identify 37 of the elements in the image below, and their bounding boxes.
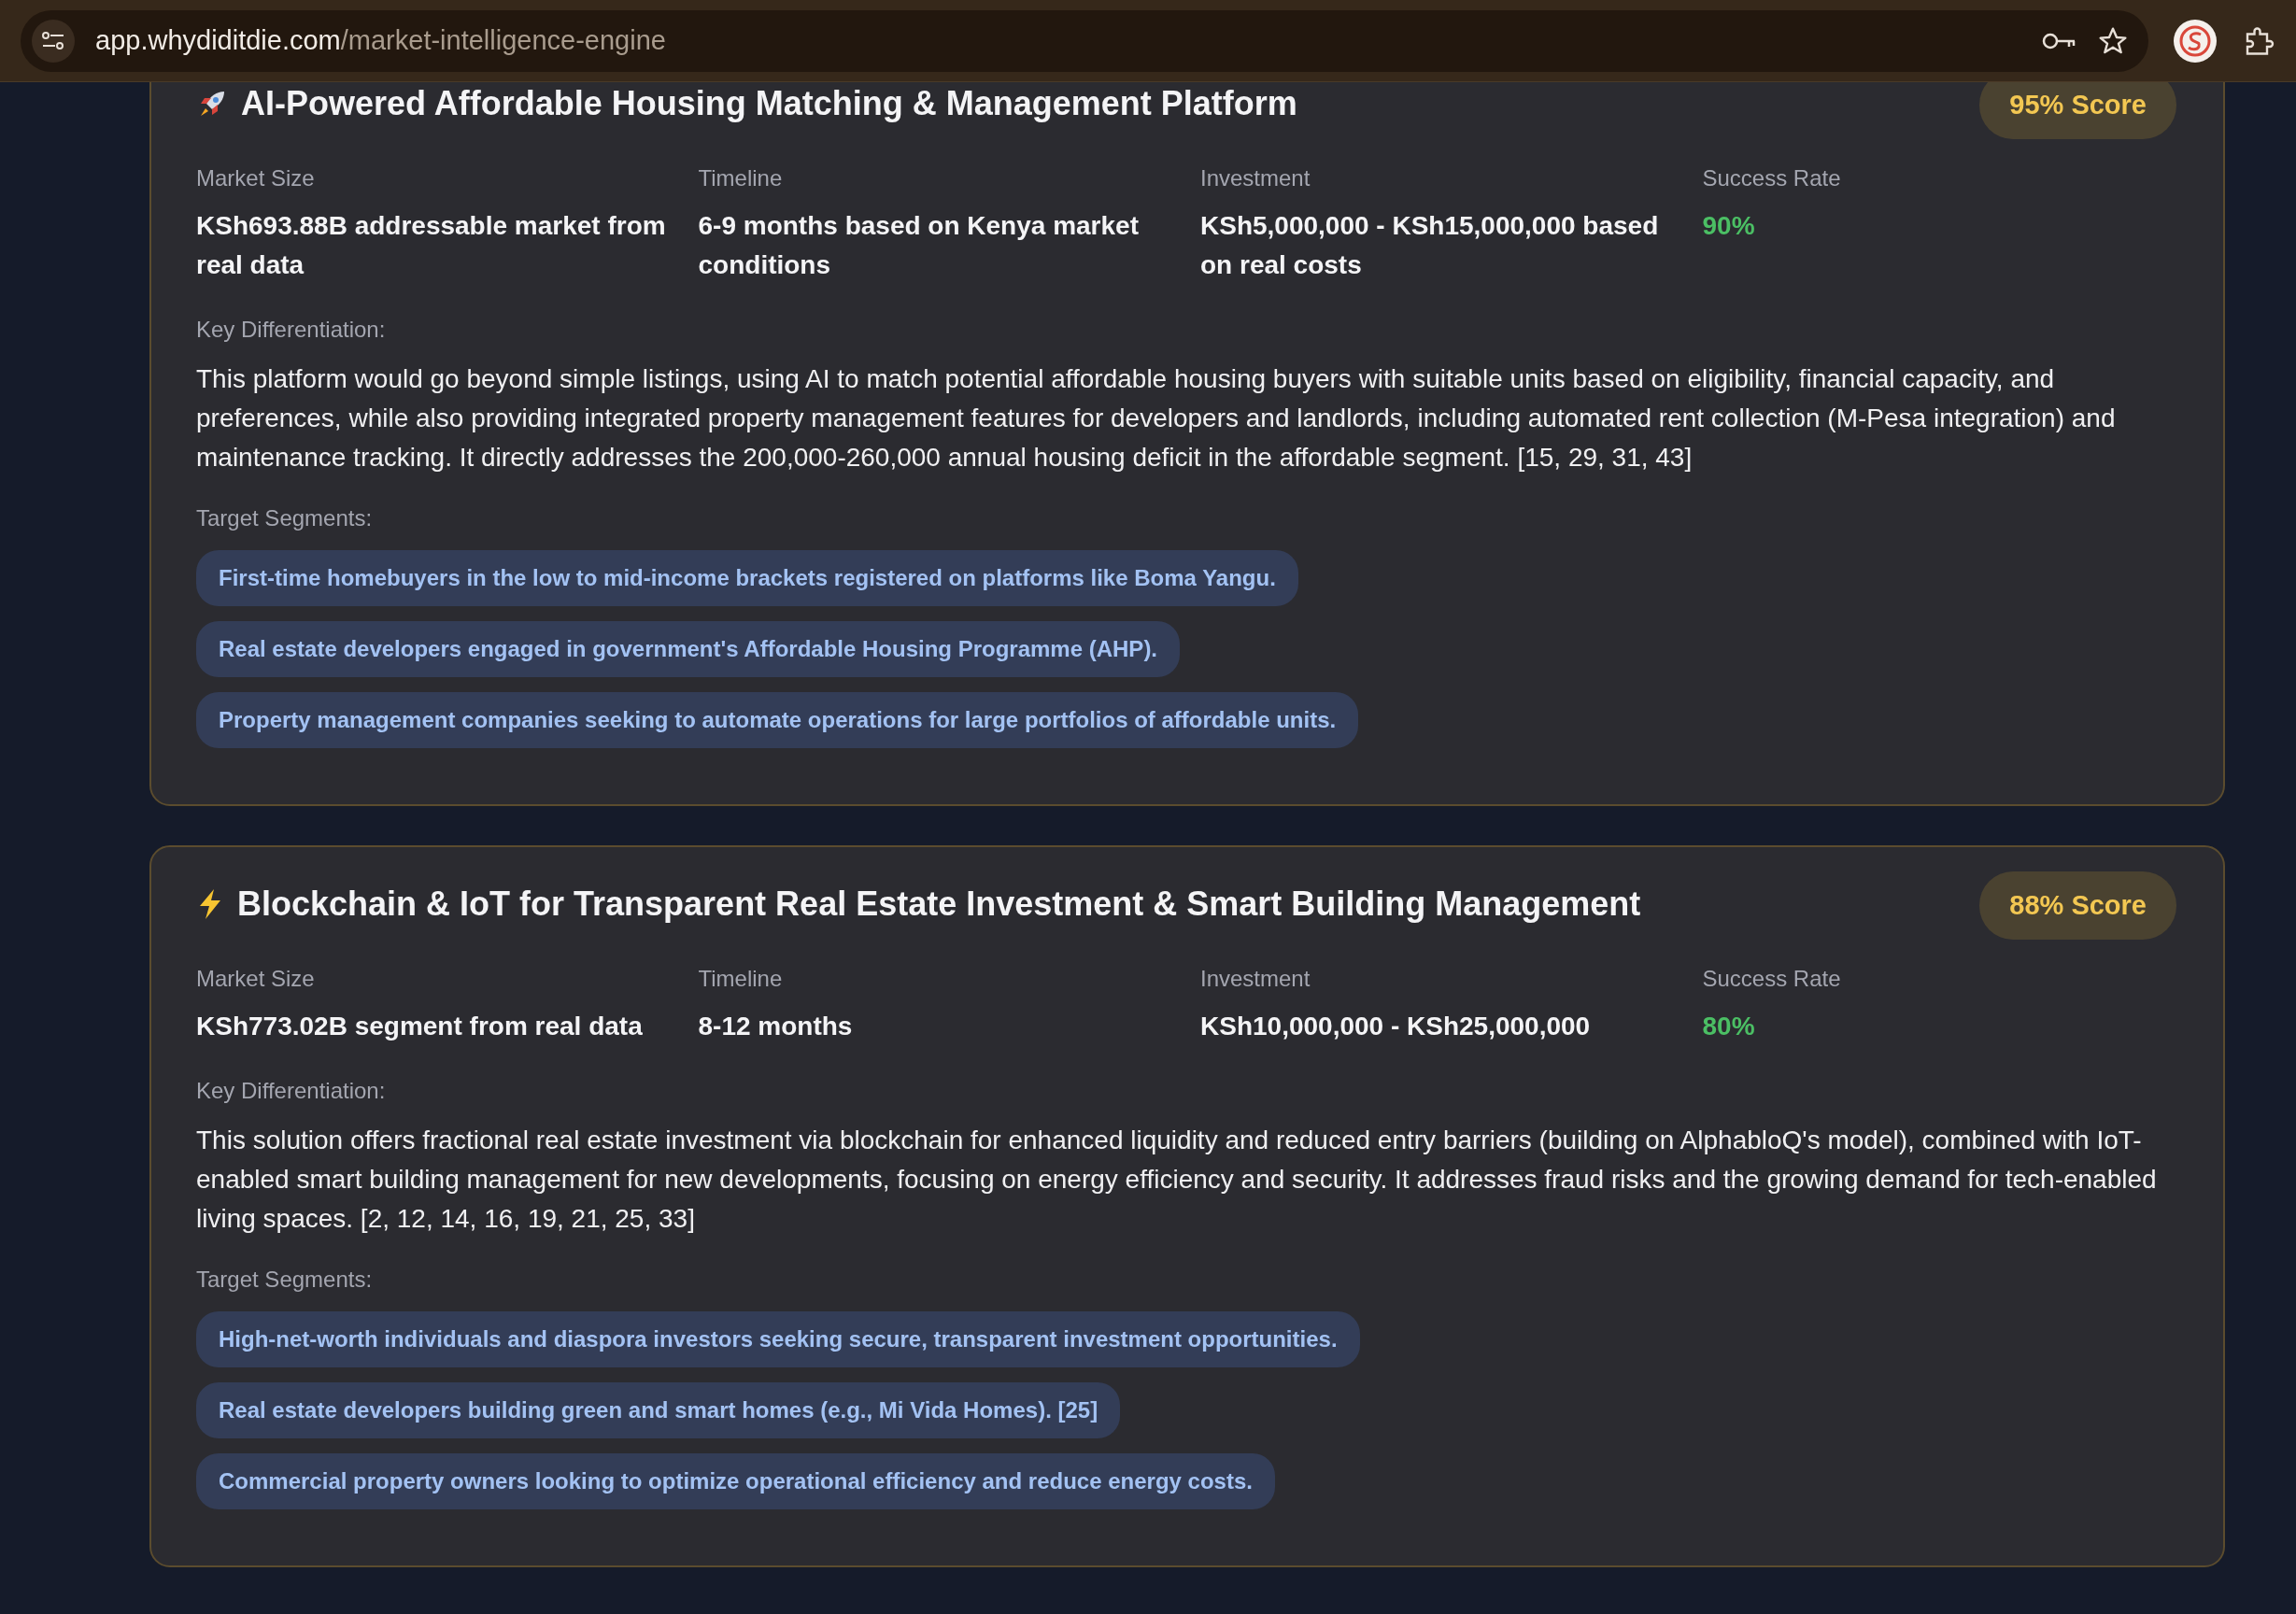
metric-value: KSh10,000,000 - KSh25,000,000 xyxy=(1200,1011,1592,1042)
score-badge: 95% Score xyxy=(1979,82,2176,139)
metric-label: Investment xyxy=(1200,966,1311,992)
metric-value: 8-12 months xyxy=(698,1011,854,1042)
metric-label: Market Size xyxy=(196,165,316,191)
segment-tag: Real estate developers engaged in government's Affordable Housing Programme (AHP). xyxy=(196,621,1181,677)
segment-tag: First-time homebuyers in the low to mid-income brackets registered on platforms like Boma Yangu. xyxy=(196,550,1298,606)
star-icon[interactable] xyxy=(2098,25,2128,56)
metric-value: 80% xyxy=(1702,1011,1756,1042)
metric-value: KSh5,000,000 - KSh15,000,000 based on real costs xyxy=(1200,210,1660,281)
metric-label: Timeline xyxy=(698,165,784,191)
url-text: app.whydiditdie.com/market-intelligence-engine xyxy=(95,25,667,56)
metric-value: KSh693.88B addressable market from real data xyxy=(196,210,667,281)
metric-label: Investment xyxy=(1200,165,1311,191)
differentiation-text: This platform would go beyond simple listings, using AI to match potential affordable housing buyers with suitable units based on eligibility, financial capacity, and preferences, while also providing integrated property management features for developers and landlords, including automated rent collection (M-Pesa integration) and maintenance tracking. It directly addresses the 200,000-260,000 annual housing deficit in the affordable segment. [15, 29, 31, 43] xyxy=(196,363,2117,474)
metric-value: 90% xyxy=(1702,210,1756,242)
card-title: AI-Powered Affordable Housing Matching & Management Platform xyxy=(241,84,1297,123)
metric-label: Success Rate xyxy=(1702,165,1842,191)
segment-tag: High-net-worth individuals and diaspora investors seeking secure, transparent investment opportunities. xyxy=(196,1311,1360,1367)
segment-tag: Real estate developers building green and smart homes (e.g., Mi Vida Homes). [25] xyxy=(196,1382,1121,1438)
segment-tag: Property management companies seeking to automate operations for large portfolios of affordable units. xyxy=(196,692,1359,748)
profile-icon[interactable] xyxy=(2173,18,2218,64)
metric-label: Timeline xyxy=(698,966,784,992)
address-bar[interactable]: app.whydiditdie.com/market-intelligence-engine xyxy=(21,9,2148,72)
section-label: Target Segments: xyxy=(196,505,374,531)
segment-tag: Commercial property owners looking to optimize operational efficiency and reduce energy costs. xyxy=(196,1453,1275,1509)
card-title: Blockchain & IoT for Transparent Real Estate Investment & Smart Building Management xyxy=(237,885,1641,924)
section-label: Target Segments: xyxy=(196,1267,374,1293)
differentiation-text: This solution offers fractional real estate investment via blockchain for enhanced liquidity and reduced entry barriers (building on AlphabloQ's model), combined with IoT-enabled smart building management for new developments, focusing on energy efficiency and security. It addresses fraud risks and the growing demand for tech-enabled living spaces. [2, 12, 14, 16, 19, 21, 25, 33] xyxy=(196,1125,2158,1235)
section-label: Key Differentiation: xyxy=(196,317,387,343)
section-label: Key Differentiation: xyxy=(196,1078,387,1104)
metric-label: Success Rate xyxy=(1702,966,1842,992)
site-settings-icon[interactable] xyxy=(32,19,75,63)
metric-value: 6-9 months based on Kenya market conditions xyxy=(698,210,1140,281)
metric-value: KSh773.02B segment from real data xyxy=(196,1011,644,1042)
metric-label: Market Size xyxy=(196,966,316,992)
score-badge: 88% Score xyxy=(1979,871,2176,940)
